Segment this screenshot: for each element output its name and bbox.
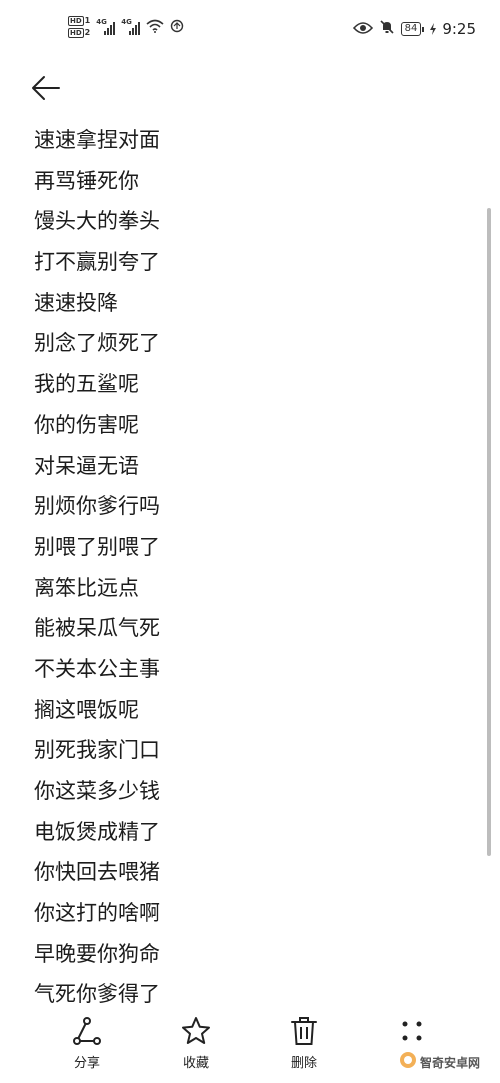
list-item[interactable]: 别死我家门口	[34, 730, 474, 771]
more-button[interactable]	[372, 1014, 452, 1048]
list-item[interactable]: 速速投降	[34, 283, 474, 324]
list-item[interactable]: 别念了烦死了	[34, 323, 474, 364]
list-item[interactable]: 你快回去喂猪	[34, 852, 474, 893]
list-item[interactable]: 你的伤害呢	[34, 405, 474, 446]
list-item[interactable]: 你这菜多少钱	[34, 771, 474, 812]
status-right: 84 9:25	[352, 19, 476, 39]
network-type-1: 4G	[96, 18, 107, 26]
signal-2-icon: 4G	[121, 18, 141, 35]
list-item[interactable]: 对呆逼无语	[34, 446, 474, 487]
scrollbar[interactable]	[487, 208, 491, 856]
sim2-hd-label: HD	[68, 28, 84, 38]
status-bar: HD 1 HD 2 4G 4G 84 9:25	[0, 0, 500, 62]
sim-indicators: HD 1 HD 2	[68, 16, 90, 38]
sim1-number: 1	[84, 16, 91, 25]
list-item[interactable]: 搁这喂饭呢	[34, 690, 474, 731]
watermark-icon	[398, 1050, 418, 1074]
favorite-label: 收藏	[182, 1056, 209, 1071]
delete-label: 删除	[290, 1056, 317, 1071]
network-type-2: 4G	[121, 18, 132, 26]
list-item[interactable]: 早晚要你狗命	[34, 934, 474, 975]
list-item[interactable]: 别喂了别喂了	[34, 527, 474, 568]
list-item[interactable]: 能被呆瓜气死	[34, 608, 474, 649]
star-icon	[179, 1014, 213, 1048]
list-item[interactable]: 离笨比远点	[34, 568, 474, 609]
list-item[interactable]: 我的五鲨呢	[34, 364, 474, 405]
sim1-hd-label: HD	[68, 16, 84, 26]
list-item[interactable]: 别烦你爹行吗	[34, 486, 474, 527]
sim2-number: 2	[84, 28, 91, 37]
sim1-badge: HD 1	[68, 16, 90, 26]
sync-icon	[170, 18, 184, 37]
trash-icon	[287, 1014, 321, 1048]
wifi-icon	[146, 18, 164, 37]
list-item[interactable]: 再骂锤死你	[34, 161, 474, 202]
list-item[interactable]: 不关本公主事	[34, 649, 474, 690]
sim2-badge: HD 2	[68, 28, 90, 38]
battery-level: 84	[400, 22, 422, 36]
battery-icon: 84	[400, 22, 425, 36]
list-item[interactable]: 馒头大的拳头	[34, 201, 474, 242]
list-item[interactable]: 打不赢别夸了	[34, 242, 474, 283]
share-label: 分享	[73, 1056, 100, 1071]
watermark-text: 智奇安卓网	[420, 1055, 481, 1070]
delete-button[interactable]: 删除	[264, 1014, 344, 1071]
more-dots-icon	[395, 1014, 429, 1048]
list-item[interactable]: 速速拿捏对面	[34, 120, 474, 161]
arrow-left-icon	[30, 75, 60, 105]
favorite-button[interactable]: 收藏	[156, 1014, 236, 1071]
status-left: HD 1 HD 2 4G 4G	[68, 16, 184, 38]
back-button[interactable]	[30, 72, 70, 108]
share-icon	[70, 1014, 104, 1048]
status-time: 9:25	[442, 20, 476, 38]
list-item[interactable]: 电饭煲成精了	[34, 812, 474, 853]
mute-notifications-icon	[379, 19, 395, 39]
share-button[interactable]: 分享	[47, 1014, 127, 1071]
phrase-list: 速速拿捏对面 再骂锤死你 馒头大的拳头 打不赢别夸了 速速投降 别念了烦死了 我的五鲨呢 你的…	[34, 120, 474, 1015]
list-item[interactable]: 你这打的啥啊	[34, 893, 474, 934]
charging-icon	[430, 20, 437, 39]
eye-comfort-icon	[352, 20, 373, 39]
signal-1-icon: 4G	[96, 18, 116, 35]
watermark-logo: 智奇安卓网	[398, 1050, 480, 1074]
